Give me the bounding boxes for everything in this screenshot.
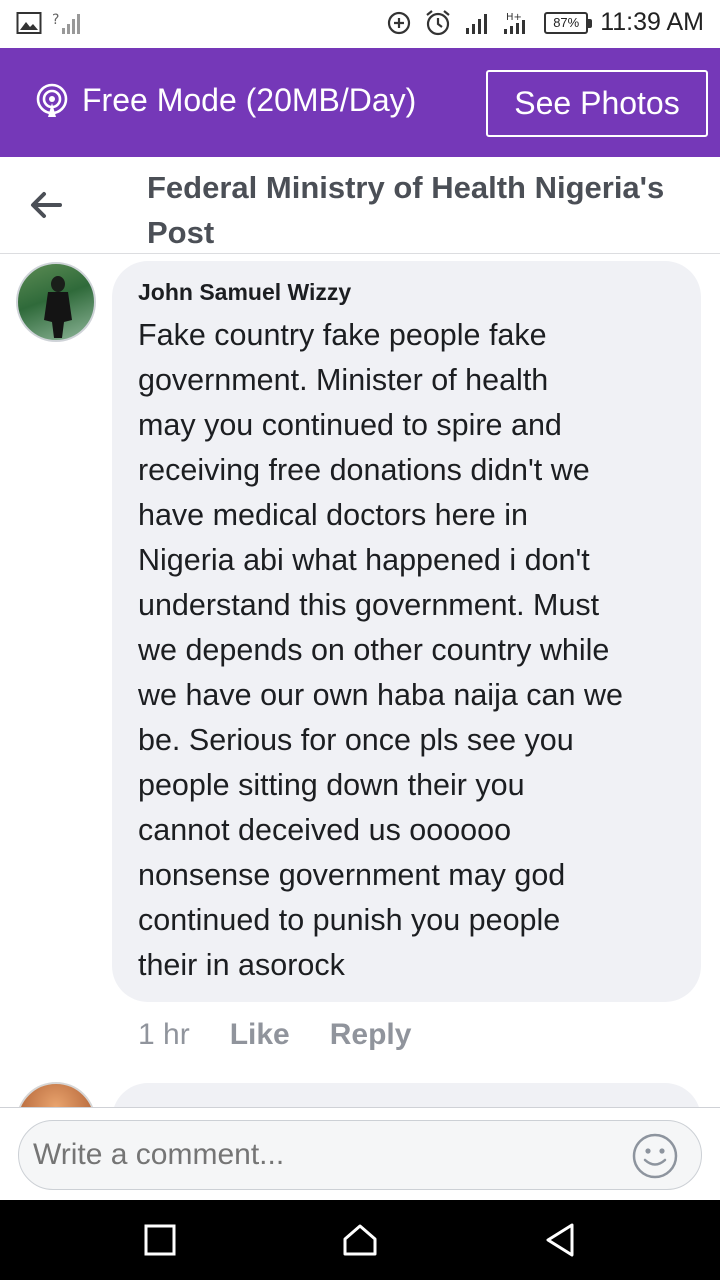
- avatar-figure: [44, 276, 72, 338]
- signal-icon: ?: [52, 12, 80, 34]
- podcast-icon: [36, 83, 68, 117]
- square-icon[interactable]: [140, 1220, 180, 1260]
- svg-text:H+: H+: [506, 12, 522, 23]
- comment-time: 1 hr: [138, 1018, 190, 1051]
- svg-text:?: ?: [52, 12, 59, 28]
- comment-input[interactable]: [18, 1120, 702, 1190]
- data-saver-icon: [388, 11, 411, 34]
- cell-signal-icon: [466, 13, 488, 34]
- system-nav-bar: [0, 1200, 720, 1280]
- hplus-signal-icon: H+: [504, 12, 526, 34]
- free-mode-indicator[interactable]: Free Mode (20MB/Day): [34, 82, 416, 119]
- back-arrow-icon[interactable]: [26, 185, 66, 225]
- status-time: 11:39 AM: [600, 8, 704, 36]
- page-title: Federal Ministry of Health Nigeria's Pos…: [147, 170, 665, 250]
- triangle-back-icon[interactable]: [540, 1220, 580, 1260]
- comment-actions: 1 hr Like Reply: [138, 1018, 411, 1052]
- status-bar: ? H+ 87% 11:39 AM: [0, 0, 720, 48]
- alarm-icon: [426, 9, 450, 35]
- comment-author[interactable]: John Samuel Wizzy: [138, 279, 351, 306]
- battery-indicator: 87%: [544, 11, 593, 34]
- home-icon[interactable]: [340, 1220, 380, 1260]
- gallery-icon: [16, 12, 42, 34]
- smiley-icon[interactable]: [630, 1131, 680, 1181]
- like-button[interactable]: Like: [230, 1018, 290, 1052]
- see-photos-button[interactable]: See Photos: [486, 70, 708, 137]
- avatar[interactable]: [16, 262, 96, 342]
- free-mode-bar: Free Mode (20MB/Day) See Photos: [0, 48, 720, 157]
- reply-button[interactable]: Reply: [330, 1018, 412, 1052]
- post-header: Federal Ministry of Health Nigeria's Pos…: [0, 157, 720, 254]
- free-mode-label: Free Mode (20MB/Day): [82, 82, 417, 118]
- comment-composer: [0, 1107, 720, 1200]
- screen: ? H+ 87% 11:39 AM Free Mode (20MB/Day) S…: [0, 0, 720, 1280]
- comment-text: Fake country fake people fake government…: [138, 318, 623, 982]
